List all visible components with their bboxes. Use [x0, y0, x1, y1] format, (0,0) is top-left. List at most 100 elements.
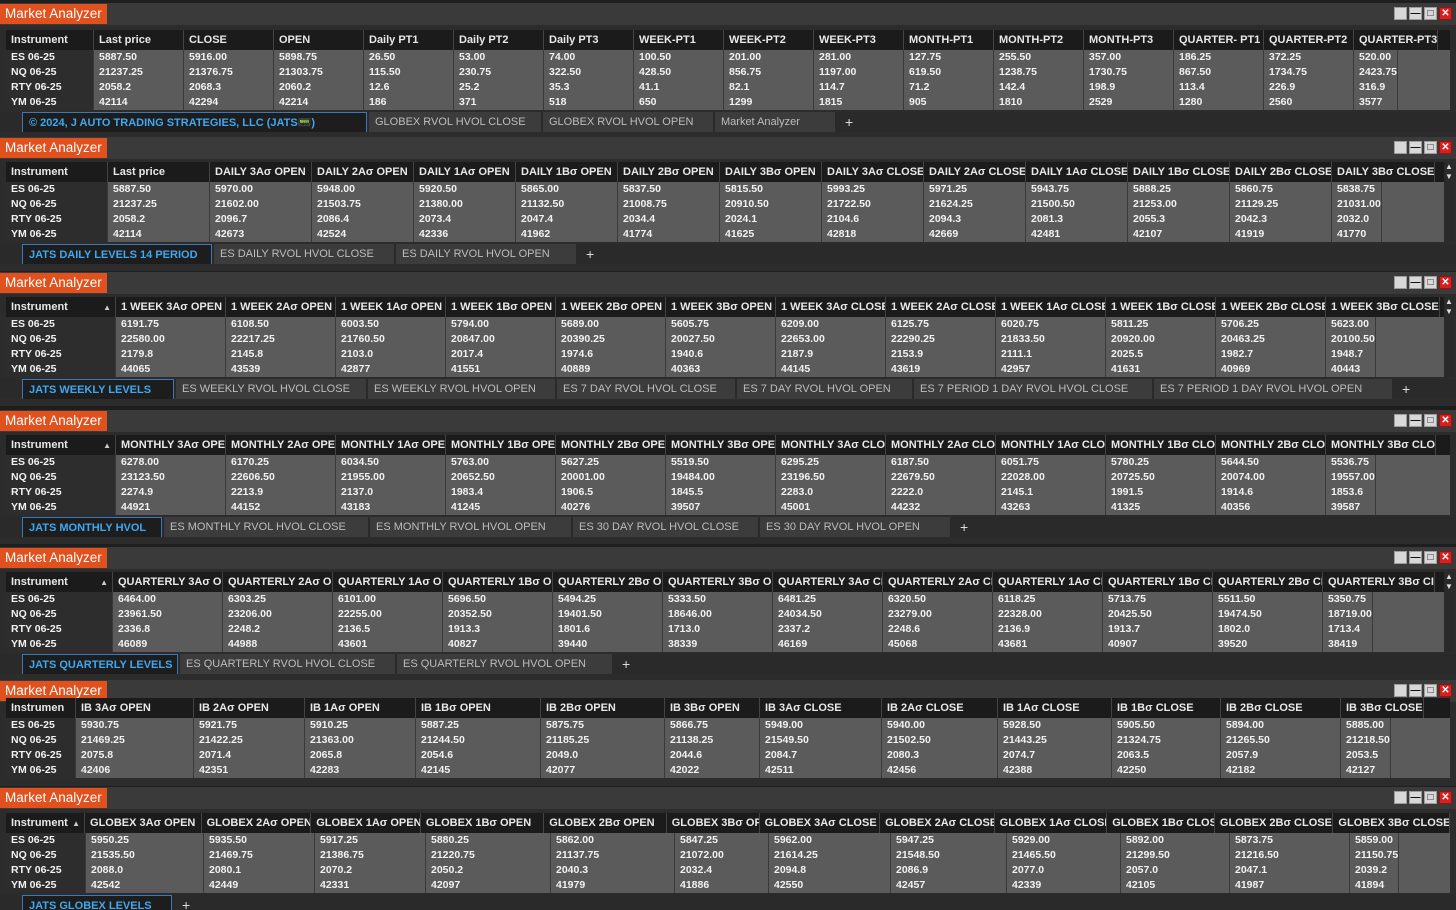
value-cell[interactable]: 21422.25 — [194, 733, 304, 748]
value-cell[interactable]: 1948.7 — [1326, 347, 1375, 362]
value-cell[interactable]: 2423.75 — [1354, 65, 1397, 80]
value-cell[interactable]: 44145 — [776, 362, 885, 377]
value-cell[interactable]: 42339 — [1007, 878, 1120, 893]
value-cell[interactable]: 5860.75 — [1230, 182, 1331, 197]
value-cell[interactable]: 21503.75 — [312, 197, 413, 212]
value-cell[interactable]: 21216.50 — [1230, 848, 1349, 863]
scroll-up-icon[interactable]: ▲ — [1444, 162, 1454, 172]
value-cell[interactable]: 20390.25 — [556, 332, 665, 347]
value-cell[interactable]: 5993.25 — [822, 182, 923, 197]
column-header-quarter-pt1[interactable]: QUARTER- PT1 — [1174, 30, 1264, 50]
value-cell[interactable]: 518 — [544, 95, 633, 110]
value-cell[interactable]: 2337.2 — [773, 622, 882, 637]
add-tab-icon[interactable]: + — [837, 112, 862, 132]
column-header-globex-1b-open[interactable]: GLOBEX 1Bσ OPEN — [421, 813, 545, 833]
value-cell[interactable]: 2073.4 — [414, 212, 515, 227]
add-tab-icon[interactable]: + — [1394, 379, 1419, 399]
value-cell[interactable]: 44065 — [116, 362, 225, 377]
value-cell[interactable]: 6170.25 — [226, 455, 335, 470]
sort-asc-icon[interactable]: ▲ — [100, 572, 108, 592]
value-cell[interactable]: 6051.75 — [996, 455, 1105, 470]
panel-titlebar[interactable]: Market Analyzer — □ ✕ — [0, 272, 1456, 294]
value-cell[interactable]: 5892.00 — [1121, 833, 1229, 848]
close-button[interactable]: ✕ — [1439, 7, 1452, 20]
value-cell[interactable]: 42114 — [94, 95, 183, 110]
value-cell[interactable]: 42877 — [336, 362, 445, 377]
value-cell[interactable]: 5605.75 — [666, 317, 775, 332]
value-cell[interactable]: 1983.4 — [446, 485, 555, 500]
sort-asc-icon[interactable]: ▲ — [103, 297, 111, 317]
value-cell[interactable]: 2111.1 — [996, 347, 1105, 362]
column-header-instrument[interactable]: Instrument ▲ — [6, 572, 113, 592]
value-cell[interactable]: 39520 — [1213, 637, 1322, 652]
maximize-button[interactable]: □ — [1424, 791, 1437, 804]
instrument-cell[interactable]: RTY 06-25 — [6, 622, 112, 637]
value-cell[interactable]: 5811.25 — [1106, 317, 1215, 332]
value-cell[interactable]: 2032.0 — [1332, 212, 1381, 227]
value-cell[interactable]: 42127 — [1341, 763, 1390, 778]
value-cell[interactable]: 19484.00 — [666, 470, 775, 485]
column-header-daily-2b-open[interactable]: DAILY 2Bσ OPEN — [618, 162, 720, 182]
value-cell[interactable]: 2017.4 — [446, 347, 555, 362]
value-cell[interactable]: 5950.25 — [86, 833, 203, 848]
value-cell[interactable]: 186 — [364, 95, 453, 110]
restore-icon[interactable] — [1394, 414, 1407, 427]
value-cell[interactable]: 19474.50 — [1213, 607, 1322, 622]
column-header-1-week-3b-close[interactable]: 1 WEEK 3Bσ CLOSE — [1326, 297, 1440, 317]
column-header-week-pt1[interactable]: WEEK-PT1 — [634, 30, 724, 50]
value-cell[interactable]: 22653.00 — [776, 332, 885, 347]
tab-2024-j-auto-trading-strategies-llc-jats[interactable]: © 2024, J AUTO TRADING STRATEGIES, LLC (… — [22, 112, 367, 132]
value-cell[interactable]: 2054.6 — [416, 748, 540, 763]
column-header-last-price[interactable]: Last price — [94, 30, 184, 50]
column-header-ib-2b-close[interactable]: IB 2Bσ CLOSE — [1221, 698, 1341, 718]
value-cell[interactable]: 40969 — [1216, 362, 1325, 377]
value-cell[interactable]: 2034.4 — [618, 212, 719, 227]
value-cell[interactable]: 2103.0 — [336, 347, 445, 362]
column-header-ib-3b-close[interactable]: IB 3Bσ CLOSE — [1341, 698, 1424, 718]
value-cell[interactable]: 2060.2 — [274, 80, 363, 95]
value-cell[interactable]: 5644.50 — [1216, 455, 1325, 470]
value-cell[interactable]: 5943.75 — [1026, 182, 1127, 197]
value-cell[interactable]: 21502.50 — [882, 733, 997, 748]
close-button[interactable]: ✕ — [1439, 276, 1452, 289]
value-cell[interactable]: 2080.3 — [882, 748, 997, 763]
value-cell[interactable]: 5948.00 — [312, 182, 413, 197]
tab-es-7-period-1-day-rvol-hvol-close[interactable]: ES 7 PERIOD 1 DAY RVOL HVOL CLOSE — [914, 379, 1152, 399]
value-cell[interactable]: 5866.75 — [665, 718, 759, 733]
column-header-globex-2b-open[interactable]: GLOBEX 2Bσ OPEN — [544, 813, 667, 833]
value-cell[interactable]: 40827 — [443, 637, 552, 652]
instrument-cell[interactable]: RTY 06-25 — [6, 748, 75, 763]
instrument-cell[interactable]: ES 06-25 — [6, 50, 93, 65]
value-cell[interactable]: 2058.2 — [108, 212, 209, 227]
value-cell[interactable]: 5780.25 — [1106, 455, 1215, 470]
value-cell[interactable]: 43539 — [226, 362, 335, 377]
value-cell[interactable]: 46169 — [773, 637, 882, 652]
value-cell[interactable]: 20725.50 — [1106, 470, 1215, 485]
value-cell[interactable]: 21253.00 — [1128, 197, 1229, 212]
column-header-quarterly-2b-ci[interactable]: QUARTERLY 2Bσ CI — [1213, 572, 1323, 592]
value-cell[interactable]: 226.9 — [1264, 80, 1353, 95]
value-cell[interactable]: 19557.00 — [1326, 470, 1375, 485]
value-cell[interactable]: 42114 — [108, 227, 209, 242]
value-cell[interactable]: 82.1 — [724, 80, 813, 95]
add-tab-icon[interactable]: + — [614, 654, 639, 674]
minimize-button[interactable]: — — [1409, 684, 1422, 697]
value-cell[interactable]: 21138.25 — [665, 733, 759, 748]
value-cell[interactable]: 5696.50 — [443, 592, 552, 607]
column-header-monthly-3a-clo[interactable]: MONTHLY 3Aσ CLO — [776, 435, 886, 455]
value-cell[interactable]: 1734.75 — [1264, 65, 1353, 80]
value-cell[interactable]: 5949.00 — [760, 718, 881, 733]
column-header-1-week-1a-close[interactable]: 1 WEEK 1Aσ CLOSE — [996, 297, 1106, 317]
value-cell[interactable]: 1713.0 — [663, 622, 772, 637]
column-header-1-week-2a-close[interactable]: 1 WEEK 2Aσ CLOSE — [886, 297, 996, 317]
instrument-cell[interactable]: ES 06-25 — [6, 718, 75, 733]
value-cell[interactable]: 2179.8 — [116, 347, 225, 362]
tab-jats-globex-levels[interactable]: JATS GLOBEX LEVELS — [22, 895, 172, 910]
add-tab-icon[interactable]: + — [174, 895, 199, 910]
instrument-cell[interactable]: YM 06-25 — [6, 637, 112, 652]
value-cell[interactable]: 41551 — [446, 362, 555, 377]
value-cell[interactable]: 2222.0 — [886, 485, 995, 500]
value-cell[interactable]: 2336.8 — [113, 622, 222, 637]
value-cell[interactable]: 6481.25 — [773, 592, 882, 607]
value-cell[interactable]: 6191.75 — [116, 317, 225, 332]
